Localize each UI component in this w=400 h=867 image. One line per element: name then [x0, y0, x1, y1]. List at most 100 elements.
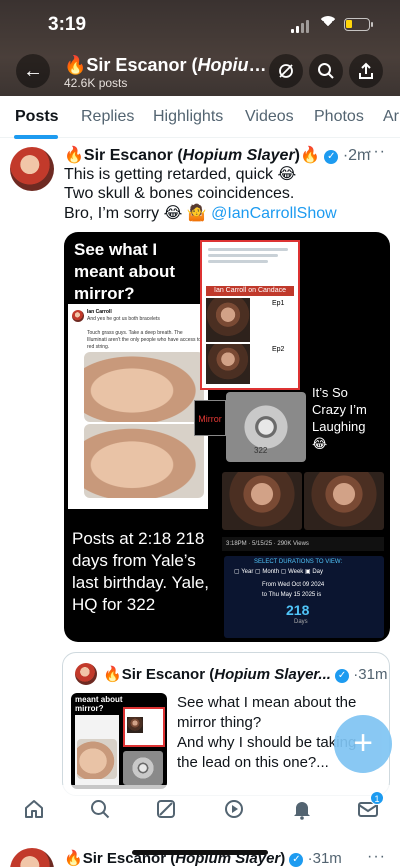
- fire-emoji: 🔥: [64, 850, 83, 867]
- profile-header: 3:19 ← 🔥Sir Escanor (Hopium... 42.6K pos…: [0, 0, 400, 96]
- messages-badge: 1: [370, 791, 384, 805]
- tweet-text-line: Bro, I’m sorry 😂 🤷 @IanCarrollShow: [64, 204, 337, 223]
- communities-icon: [225, 800, 243, 818]
- views-line: 3:18PM · 5/15/25 · 290K Views: [222, 537, 384, 551]
- plus-icon: +: [353, 724, 373, 762]
- video-screenshot: Ian Carroll on Candace Owens Ep1 Ep2: [200, 240, 300, 390]
- grok-button[interactable]: [152, 795, 180, 823]
- mirror-label: Mirror: [194, 400, 226, 436]
- bracelet-photo: [84, 352, 204, 422]
- inner-tweet-line: And yes he got us both bracelets: [87, 316, 160, 322]
- inner-tweet-line: Touch grass guys. Take a deep breath. Th…: [87, 330, 202, 350]
- share-button[interactable]: [349, 54, 383, 88]
- duration-options: ▢ Year ▢ Month ▢ Week ▣ Day: [234, 569, 323, 575]
- tweet-header: 🔥Sir Escanor (Hopium Slayer)🔥 ✓ ·2m: [64, 147, 371, 164]
- inner-author: Ian Carroll: [87, 309, 112, 315]
- search-button[interactable]: [309, 54, 343, 88]
- inner-tweet-screenshot: Ian Carroll And yes he got us both brace…: [68, 304, 208, 509]
- home-button[interactable]: [20, 795, 48, 823]
- profile-tabs: Posts Replies Highlights Videos Photos A…: [0, 96, 400, 138]
- tab-articles[interactable]: Ar: [383, 108, 399, 126]
- tweet-text: See what I mean about the mirror thing? …: [177, 694, 357, 771]
- face-photo: [222, 472, 302, 530]
- thumbnail-screenshot: [123, 707, 165, 747]
- compose-button[interactable]: +: [334, 715, 392, 773]
- profile-display-name: Sir Escanor: [86, 55, 187, 75]
- tweet-time: 31m: [312, 850, 342, 867]
- fire-emoji: 🔥: [64, 55, 87, 75]
- mention-link[interactable]: @IanCarrollShow: [211, 205, 337, 222]
- tweet-author-name[interactable]: Sir Escanor: [84, 147, 173, 164]
- from-date: From Wed Oct 09 2024: [262, 582, 325, 588]
- face-thumbnail: [206, 298, 250, 342]
- verified-badge-icon: ✓: [335, 669, 350, 683]
- red-title-bar: Ian Carroll on Candace Owens: [206, 286, 294, 304]
- profile-name: 🔥Sir Escanor (Hopium...: [64, 55, 268, 76]
- notifications-button[interactable]: [288, 795, 316, 823]
- notifications-icon: [294, 802, 310, 820]
- tweet-header: 🔥Sir Escanor (Hopium Slayer... ✓ ·31m: [103, 666, 388, 683]
- search-icon: [318, 63, 334, 79]
- thumbnail-caption: meant about mirror?: [75, 695, 123, 713]
- tweet-author-italic: Hopium Slayer...: [214, 666, 331, 683]
- explore-button[interactable]: [86, 795, 114, 823]
- tweet-text: Bro, I’m sorry 😂 🤷: [64, 205, 207, 222]
- back-button[interactable]: ←: [16, 54, 50, 88]
- date-calculator: SELECT DURATIONS TO VIEW: ▢ Year ▢ Month…: [224, 556, 384, 638]
- battery-icon: [344, 18, 373, 31]
- tweet-author-name[interactable]: Sir Escanor: [122, 666, 205, 683]
- tab-videos[interactable]: Videos: [245, 108, 294, 126]
- media-caption-right: It’s So Crazy I’m Laughing 😂: [312, 385, 367, 451]
- status-time: 3:19: [48, 14, 87, 35]
- status-bar: 3:19: [0, 0, 400, 44]
- tab-photos[interactable]: Photos: [314, 108, 364, 126]
- profile-name-italic: Hopium...: [197, 55, 268, 75]
- back-arrow-icon: ←: [23, 59, 43, 82]
- signal-icon: [291, 20, 309, 33]
- skull-bones-image: [123, 751, 163, 785]
- days-count: 218: [286, 602, 310, 618]
- tab-posts[interactable]: Posts: [15, 108, 59, 126]
- fire-emoji: 🔥: [300, 147, 320, 164]
- durations-title: SELECT DURATIONS TO VIEW:: [254, 559, 343, 565]
- notifications-off-button[interactable]: [269, 54, 303, 88]
- fire-emoji: 🔥: [103, 666, 122, 683]
- home-indicator: [132, 850, 268, 855]
- no-notifications-icon: [279, 64, 293, 78]
- face-photo: [304, 472, 384, 530]
- avatar[interactable]: [10, 147, 54, 191]
- more-options-icon[interactable]: ···: [367, 143, 386, 161]
- tweet-author-italic: Hopium Slayer: [182, 147, 295, 164]
- search-icon: [91, 800, 110, 819]
- tweet-text-line: This is getting retarded, quick 😂: [64, 166, 297, 183]
- media-caption-top: See what I meant about mirror?: [74, 240, 176, 303]
- skull-number: 322: [254, 446, 268, 455]
- tweet-thumbnail[interactable]: meant about mirror?: [71, 693, 167, 789]
- active-tab-indicator: [14, 135, 58, 139]
- tweet-text-line: Two skull & bones coincidences.: [64, 185, 295, 202]
- avatar[interactable]: [10, 848, 54, 867]
- share-icon: [359, 62, 373, 79]
- verified-badge-icon: ✓: [324, 150, 339, 164]
- media-caption-bottom: Posts at 2:18 218 days from Yale’s last …: [72, 529, 210, 614]
- tab-replies[interactable]: Replies: [81, 108, 134, 126]
- days-label: Days: [294, 619, 308, 625]
- tweet-time: 31m: [358, 666, 388, 683]
- post-count: 42.6K posts: [64, 76, 128, 90]
- face-thumbnail: [206, 344, 250, 384]
- more-options-icon[interactable]: ···: [367, 848, 386, 866]
- watch-photo: [84, 424, 204, 498]
- communities-button[interactable]: [220, 795, 248, 823]
- verified-badge-icon: ✓: [289, 853, 304, 867]
- bottom-nav-bar: [0, 785, 400, 835]
- tweet-media-image[interactable]: See what I meant about mirror? Ian Carro…: [64, 232, 390, 642]
- avatar[interactable]: [75, 663, 97, 685]
- inner-avatar: [72, 310, 84, 322]
- wifi-icon: [318, 16, 338, 30]
- thumbnail-screenshot: [75, 715, 119, 785]
- grok-icon: [157, 800, 175, 818]
- home-icon: [25, 800, 43, 818]
- tab-highlights[interactable]: Highlights: [153, 108, 223, 126]
- ep2-label: Ep2: [272, 346, 285, 353]
- to-date: to Thu May 15 2025 is: [262, 592, 322, 598]
